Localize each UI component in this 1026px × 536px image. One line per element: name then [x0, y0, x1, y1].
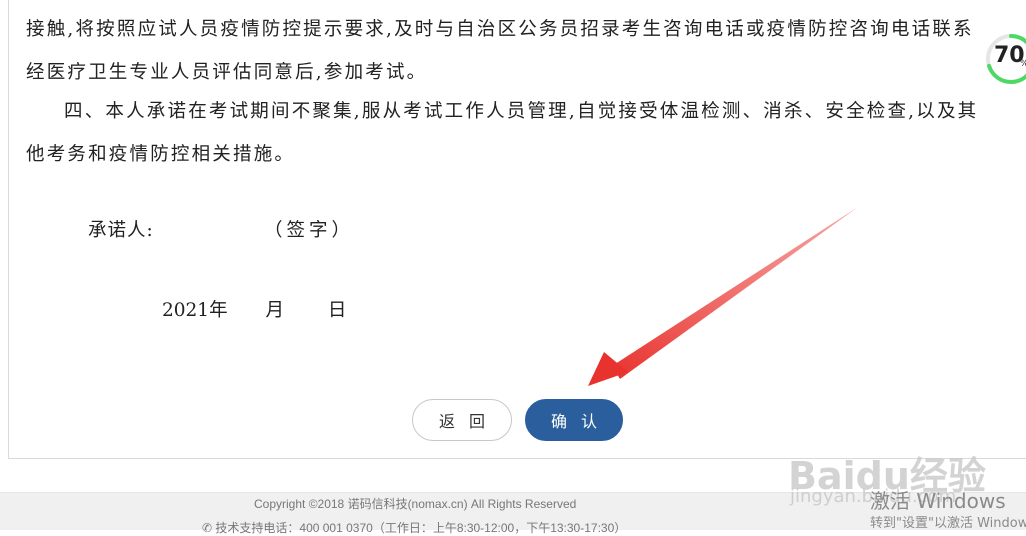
signer-row: 承诺人: （签字）	[88, 216, 350, 242]
copyright-text: Copyright ©2018 诺码信科技(nomax.cn) All Righ…	[254, 497, 577, 511]
signer-label: 承诺人:	[88, 220, 154, 241]
activate-windows-title: 激活 Windows	[870, 489, 1006, 513]
phone-icon: ✆	[202, 521, 213, 535]
support-phone-text: ✆ 技术支持电话：400 001 0370（工作日：上午8:30-12:00，下…	[202, 519, 626, 536]
pledge-text-line-1: 接触,将按照应试人员疫情防控提示要求,及时与自治区公务员招录考生咨询电话或疫情防…	[26, 19, 974, 40]
back-button[interactable]: 返回	[412, 399, 512, 441]
activate-windows-subtitle: 转到"设置"以激活 Windows。	[870, 516, 1026, 531]
pledge-text-line-2: 经医疗卫生专业人员评估同意后,参加考试。	[26, 62, 428, 83]
date-row: 2021年 月 日	[162, 296, 346, 322]
pledge-text-line-4: 他考务和疫情防控相关措施。	[26, 144, 296, 165]
date-month: 月	[265, 300, 284, 321]
date-day: 日	[327, 300, 347, 321]
progress-unit: %	[1020, 59, 1026, 69]
pledge-text-line-3: 四、本人承诺在考试期间不聚集,服从考试工作人员管理,自觉接受体温检测、消杀、安全…	[64, 101, 979, 122]
support-phone-label: 技术支持电话：400 001 0370（工作日：上午8:30-12:00，下午1…	[215, 521, 627, 535]
signature-label: （签字）	[264, 220, 355, 241]
confirm-button[interactable]: 确认	[525, 399, 623, 441]
date-year: 2021年	[162, 300, 228, 321]
